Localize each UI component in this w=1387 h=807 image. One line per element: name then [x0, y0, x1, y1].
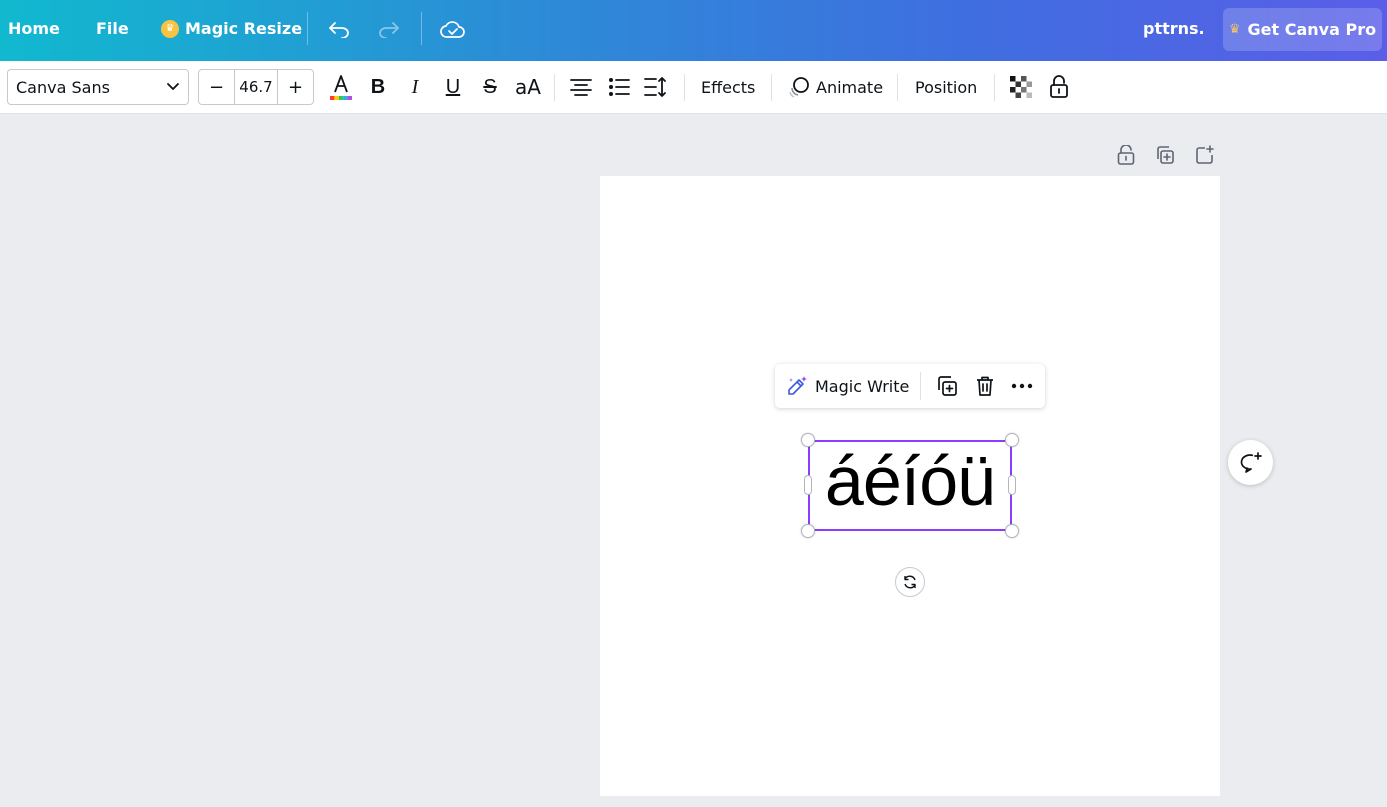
lock-page-icon[interactable] [1115, 144, 1137, 166]
italic-icon[interactable]: I [400, 72, 430, 102]
effects-button[interactable]: Effects [701, 72, 755, 102]
top-bar: Home File ♛ Magic Resize pttrns. ♛ Get C… [0, 0, 1387, 61]
font-family-value: Canva Sans [16, 77, 110, 97]
add-page-icon[interactable] [1194, 144, 1216, 166]
divider [994, 74, 995, 101]
comment-plus-icon [1240, 451, 1262, 473]
decrease-font-size-button[interactable]: − [199, 70, 234, 104]
get-canva-pro-button[interactable]: ♛ Get Canva Pro [1223, 8, 1382, 51]
magic-write-label: Magic Write [815, 376, 910, 396]
magic-resize-label: Magic Resize [185, 19, 303, 38]
file-menu-button[interactable]: File [96, 0, 129, 57]
resize-handle-top-left[interactable] [801, 433, 815, 447]
resize-handle-top-right[interactable] [1005, 433, 1019, 447]
animate-label: Animate [816, 77, 884, 97]
crown-icon: ♛ [161, 19, 179, 38]
home-button[interactable]: Home [8, 0, 60, 57]
add-comment-button[interactable] [1228, 440, 1273, 485]
transparency-icon[interactable] [1006, 72, 1036, 102]
divider [897, 74, 898, 101]
resize-handle-bottom-left[interactable] [801, 524, 815, 538]
rotate-icon [904, 575, 916, 589]
magic-pencil-icon [788, 376, 807, 395]
font-family-dropdown[interactable]: Canva Sans [7, 69, 189, 105]
lock-icon[interactable] [1044, 72, 1074, 102]
rotate-handle[interactable] [895, 567, 925, 597]
text-color-icon[interactable] [326, 72, 356, 102]
resize-handle-bottom-right[interactable] [1005, 524, 1019, 538]
list-icon[interactable] [604, 72, 634, 102]
resize-handle-left[interactable] [804, 475, 812, 495]
duplicate-page-icon[interactable] [1154, 144, 1176, 166]
text-element[interactable]: áéíóü [810, 436, 1010, 526]
divider [684, 74, 685, 101]
duplicate-icon[interactable] [933, 372, 961, 400]
cloud-saved-icon[interactable] [438, 14, 468, 44]
trash-icon[interactable] [971, 372, 999, 400]
selected-text-box[interactable]: áéíóü [808, 440, 1012, 531]
animate-button[interactable]: Animate [788, 72, 883, 102]
resize-handle-right[interactable] [1008, 475, 1016, 495]
chevron-down-icon [167, 83, 179, 90]
more-options-icon[interactable] [1008, 372, 1036, 400]
spacing-icon[interactable] [641, 72, 671, 102]
font-size-stepper: − 46.7 + [198, 69, 314, 105]
divider [771, 74, 772, 101]
team-name[interactable]: pttrns. [1143, 0, 1205, 57]
position-button[interactable]: Position [915, 72, 977, 102]
letter-case-button[interactable]: aA [512, 72, 544, 102]
divider [920, 372, 921, 400]
align-center-icon[interactable] [566, 72, 596, 102]
undo-icon[interactable] [324, 14, 354, 44]
animate-icon [789, 77, 809, 98]
divider [554, 74, 555, 101]
get-pro-label: Get Canva Pro [1247, 20, 1377, 39]
bold-icon[interactable]: B [363, 72, 393, 102]
font-size-input[interactable]: 46.7 [234, 70, 278, 104]
crown-icon: ♛ [1228, 22, 1241, 37]
divider [421, 12, 422, 45]
redo-icon[interactable] [374, 14, 404, 44]
magic-write-button[interactable]: Magic Write [785, 364, 909, 408]
element-context-menu: Magic Write [775, 364, 1045, 408]
text-toolbar: Canva Sans − 46.7 + B I U S aA Effects A… [0, 61, 1387, 114]
strikethrough-icon[interactable]: S [475, 72, 505, 102]
underline-icon[interactable]: U [438, 72, 468, 102]
increase-font-size-button[interactable]: + [278, 70, 313, 104]
divider [307, 12, 308, 45]
magic-resize-button[interactable]: ♛ Magic Resize [161, 0, 302, 57]
